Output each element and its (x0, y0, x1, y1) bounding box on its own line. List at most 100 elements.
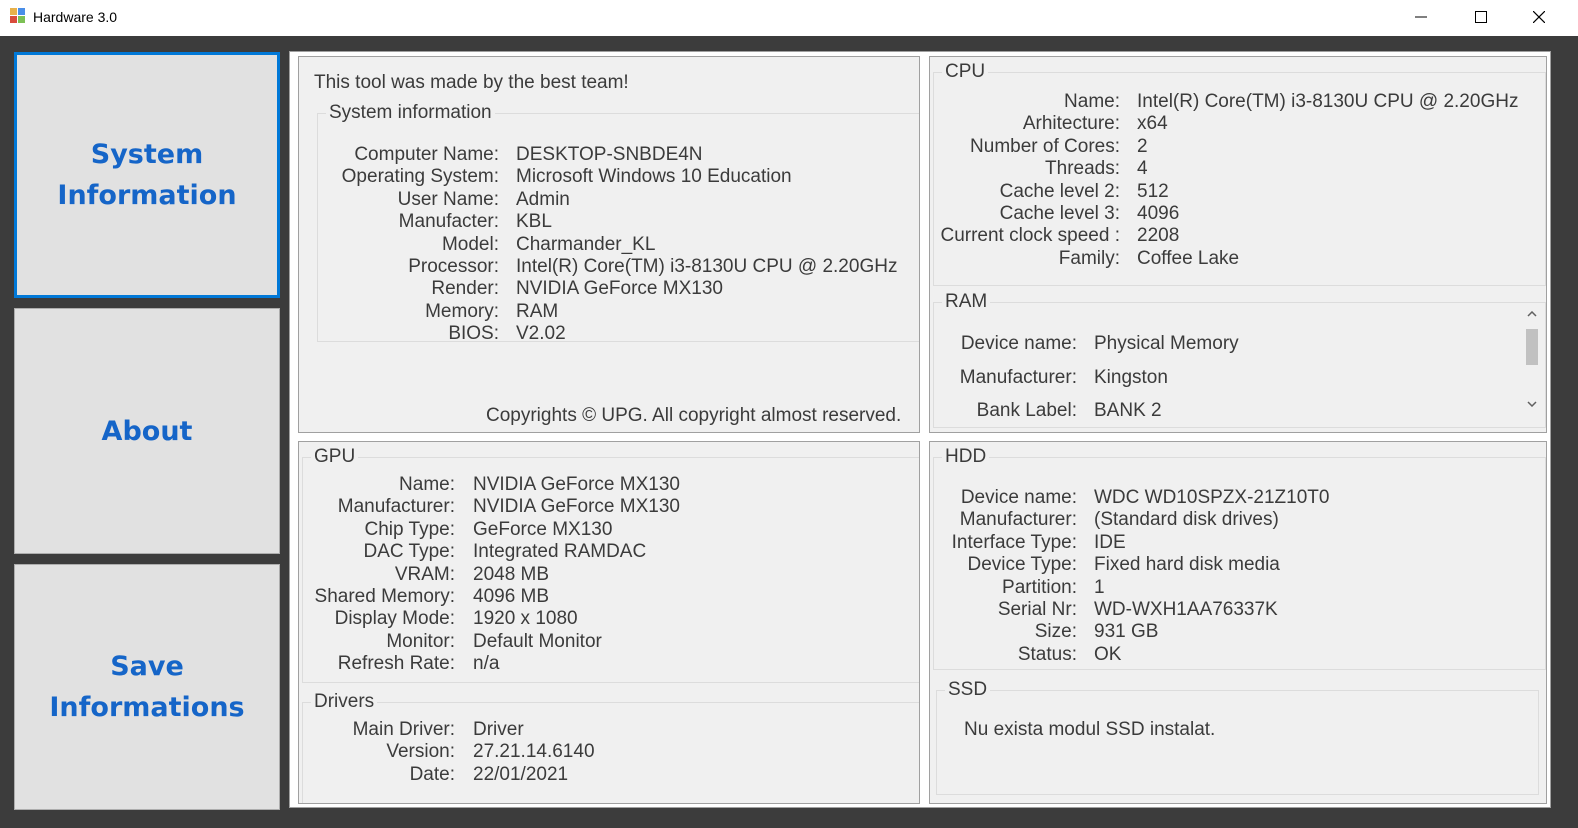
gpu-row: Shared Memory: 4096 MB (303, 586, 919, 608)
system-value: RAM (516, 300, 559, 322)
gpu-row: Monitor: Default Monitor (303, 631, 919, 653)
gpu-row: Display Mode: 1920 x 1080 (303, 608, 919, 630)
cpu-row: Family: Coffee Lake (934, 248, 1545, 270)
gpu-label: Name: (399, 474, 455, 495)
ram-value: BANK 2 (1094, 400, 1162, 421)
drivers-row: Main Driver: Driver (303, 719, 919, 741)
cpu-value: 4 (1137, 158, 1148, 180)
ram-scrollbar[interactable] (1521, 305, 1543, 423)
minimize-button[interactable] (1392, 0, 1450, 34)
system-label: Computer Name: (354, 144, 499, 165)
cpu-label: Cache level 3: (999, 203, 1120, 224)
minimize-icon (1415, 16, 1427, 18)
close-button[interactable] (1510, 0, 1568, 34)
system-information-button[interactable]: System Information (14, 52, 280, 298)
ram-group-title: RAM (942, 290, 991, 314)
system-row: Computer Name: DESKTOP-SNBDE4N (318, 144, 919, 166)
chevron-down-icon (1527, 401, 1537, 407)
gpu-row: Name: NVIDIA GeForce MX130 (303, 474, 919, 496)
drivers-label: Date: (409, 763, 455, 785)
hdd-row: Manufacturer: (Standard disk drives) (934, 509, 1545, 531)
gpu-drivers-panel: GPU Name: NVIDIA GeForce MX130 Manufacture… (298, 441, 920, 804)
cpu-value: 512 (1137, 180, 1169, 202)
gpu-row: Chip Type: GeForce MX130 (303, 519, 919, 541)
cpu-value: 2208 (1137, 225, 1180, 247)
hdd-value: IDE (1094, 531, 1126, 553)
system-value: KBL (516, 211, 552, 233)
system-value: Intel(R) Core(TM) i3-8130U CPU @ 2.20GHz (516, 256, 898, 277)
hdd-row: Status: OK (934, 644, 1545, 666)
system-row: User Name: Admin (318, 188, 919, 211)
system-information-label-line2: Information (57, 180, 237, 211)
hdd-row: Size: 931 GB (934, 621, 1545, 643)
system-information-group: System information Computer Name: DESKTOP… (317, 101, 919, 345)
hdd-group-title: HDD (942, 445, 990, 469)
hdd-value: (Standard disk drives) (1094, 509, 1279, 531)
system-label: Operating System: (341, 166, 499, 188)
hdd-value: WD-WXH1AA76337K (1094, 599, 1278, 620)
scroll-up-button[interactable] (1521, 305, 1543, 323)
copyright-text: Copyrights © UPG. All copyright almost r… (486, 405, 902, 426)
close-icon (1533, 11, 1545, 23)
system-value: V2.02 (516, 323, 566, 345)
cpu-group: CPU Name: Intel(R) Core(TM) i3-8130U CPU … (933, 60, 1546, 286)
cpu-label: Threads: (1045, 158, 1120, 180)
cpu-row: Cache level 2: 512 (934, 181, 1545, 203)
chevron-up-icon (1527, 311, 1537, 317)
hdd-row: Partition: 1 (934, 577, 1545, 599)
hdd-label: Size: (1034, 621, 1077, 643)
gpu-group: GPU Name: NVIDIA GeForce MX130 Manufacture… (302, 445, 919, 683)
hdd-row: Interface Type: IDE (934, 532, 1545, 554)
about-button[interactable]: About (14, 308, 280, 554)
main-content: This tool was made by the best team! Sys… (289, 51, 1551, 808)
system-label: Processor: (408, 256, 499, 277)
hdd-ssd-panel: HDD Device name: WDC WD10SPZX-21Z10T0 Manu… (929, 441, 1547, 804)
ram-label: Device name: (960, 333, 1077, 354)
about-label: About (101, 415, 193, 447)
hdd-row: Device name: WDC WD10SPZX-21Z10T0 (934, 487, 1545, 509)
gpu-row: DAC Type: Integrated RAMDAC (303, 541, 919, 563)
gpu-group-title: GPU (311, 445, 359, 469)
save-informations-label-line1: Save (110, 651, 184, 682)
header-note: This tool was made by the best team! (314, 72, 629, 93)
hdd-row: Serial Nr: WD-WXH1AA76337K (934, 599, 1545, 621)
gpu-label: Manufacturer: (337, 496, 455, 518)
gpu-label: Shared Memory: (314, 586, 455, 607)
system-row: Render: NVIDIA GeForce MX130 (318, 278, 919, 300)
hdd-label: Serial Nr: (997, 599, 1077, 620)
drivers-value: Driver (473, 719, 524, 740)
gpu-value: 1920 x 1080 (473, 608, 578, 630)
drivers-value: 22/01/2021 (473, 763, 569, 785)
ram-value: Kingston (1094, 366, 1168, 388)
save-informations-button[interactable]: Save Informations (14, 564, 280, 810)
cpu-row: Number of Cores: 2 (934, 136, 1545, 158)
hdd-label: Manufacturer: (959, 509, 1077, 531)
ram-group: RAM Device name: Physical Memory Manufactu… (933, 290, 1546, 428)
ssd-message: Nu exista modul SSD instalat. (964, 719, 1216, 740)
cpu-label: Cache level 2: (999, 180, 1120, 202)
drivers-group-title: Drivers (311, 690, 378, 714)
hdd-row: Device Type: Fixed hard disk media (934, 554, 1545, 576)
cpu-value: 4096 (1137, 203, 1180, 224)
gpu-label: Display Mode: (334, 608, 455, 630)
system-information-label-line1: System (90, 139, 204, 170)
hdd-value: WDC WD10SPZX-21Z10T0 (1094, 487, 1330, 508)
maximize-button[interactable] (1452, 0, 1510, 34)
system-value: Admin (516, 188, 570, 210)
system-label: Model: (441, 233, 499, 255)
hdd-value: Fixed hard disk media (1094, 554, 1280, 576)
cpu-row: Current clock speed : 2208 (934, 225, 1545, 247)
cpu-row: Cache level 3: 4096 (934, 203, 1545, 225)
maximize-icon (1475, 11, 1487, 23)
window-title: Hardware 3.0 (33, 9, 118, 25)
cpu-label: Arhitecture: (1022, 113, 1120, 135)
gpu-value: NVIDIA GeForce MX130 (473, 474, 680, 495)
drivers-label: Version: (386, 741, 455, 763)
cpu-row: Arhitecture: x64 (934, 113, 1545, 135)
system-label: Memory: (425, 300, 499, 322)
system-label: Render: (431, 278, 499, 300)
scroll-down-button[interactable] (1521, 395, 1543, 413)
cpu-label: Current clock speed : (940, 225, 1120, 247)
scroll-thumb[interactable] (1526, 329, 1538, 365)
drivers-row: Version: 27.21.14.6140 (303, 741, 919, 763)
